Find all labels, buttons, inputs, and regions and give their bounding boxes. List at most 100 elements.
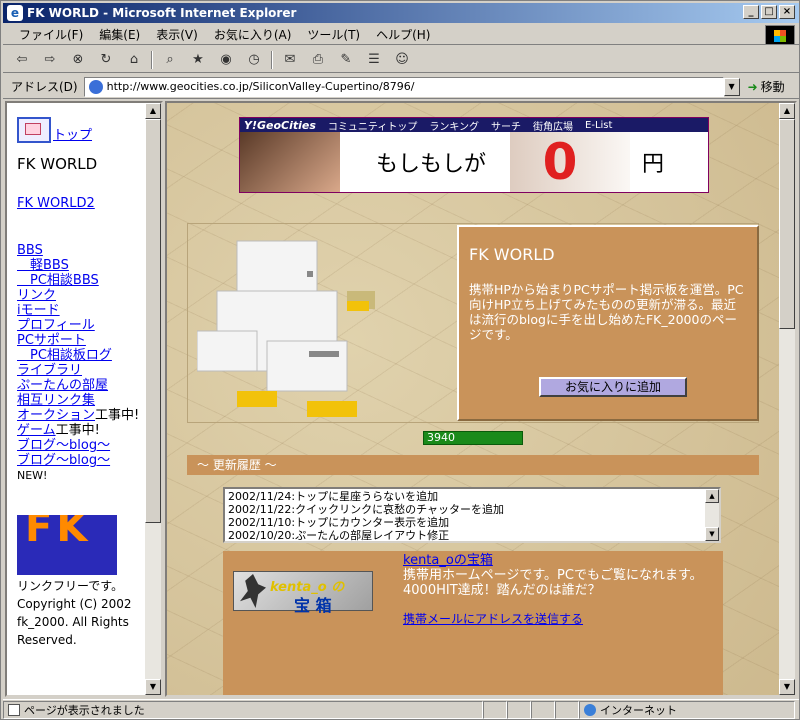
ad-zero: 0	[542, 133, 578, 191]
scroll-thumb[interactable]	[145, 119, 161, 523]
scroll-up-button[interactable]: ▲	[145, 103, 161, 119]
messenger-icon[interactable]: ☺	[391, 50, 413, 70]
link-pc-bbs[interactable]: PC相談BBS	[17, 273, 147, 288]
menu-tools[interactable]: ツール(T)	[299, 26, 368, 43]
ie-icon: e	[7, 5, 23, 21]
history-scroll-down[interactable]: ▼	[705, 527, 719, 541]
history-icon[interactable]: ◷	[243, 50, 265, 70]
kenta-banner-no: の	[331, 580, 345, 595]
history-scrollbar[interactable]: ▲ ▼	[705, 489, 719, 541]
kenta-banner[interactable]: kenta_o の 宝 箱	[233, 571, 373, 615]
back-icon[interactable]: ⇦	[11, 50, 33, 70]
address-bar: アドレス(D) http://www.geocities.co.jp/Silic…	[3, 75, 799, 99]
link-pootan[interactable]: ぷーたんの部屋	[17, 378, 147, 393]
menu-favorites[interactable]: お気に入り(A)	[206, 26, 300, 43]
kenta-section: kenta_o の 宝 箱 kenta_oの宝箱 携帯用ホームページです。PCで…	[223, 551, 723, 695]
close-button[interactable]: ×	[779, 5, 795, 19]
status-cell	[507, 700, 531, 719]
history-item: 2002/11/22:クイックリンクに哀愁のチャッターを追加	[228, 503, 504, 516]
menu-edit[interactable]: 編集(E)	[91, 26, 148, 43]
copyright: リンクフリーです。Copyright (C) 2002 fk_2000. All…	[17, 579, 132, 647]
link-pc-support[interactable]: PCサポート	[17, 333, 147, 348]
main-scrollbar[interactable]: ▲ ▼	[779, 103, 795, 695]
status-zone: インターネット	[579, 700, 795, 719]
menu-view[interactable]: 表示(V)	[148, 26, 206, 43]
address-label: アドレス(D)	[11, 80, 78, 94]
main-scroll-thumb[interactable]	[779, 119, 795, 329]
link-links[interactable]: リンク	[17, 288, 147, 303]
geo-nav-plaza[interactable]: 街角広場	[533, 118, 573, 133]
page-done-icon	[8, 703, 20, 716]
geo-nav-ranking[interactable]: ランキング	[429, 118, 479, 133]
ad-banner[interactable]: もしもしが 0 円	[240, 132, 708, 192]
geocities-brand[interactable]: Y!GeoCities	[244, 119, 316, 132]
fk-logo-text: FK	[25, 515, 92, 551]
computer-icon[interactable]	[17, 117, 51, 143]
page-icon	[88, 79, 103, 94]
mail-icon[interactable]: ✉	[279, 50, 301, 70]
scroll-down-button[interactable]: ▼	[145, 679, 161, 695]
forward-icon[interactable]: ⇨	[39, 50, 61, 70]
address-input[interactable]: http://www.geocities.co.jp/SiliconValley…	[83, 76, 724, 97]
print-icon[interactable]: ⎙	[307, 50, 329, 70]
main-scroll-down[interactable]: ▼	[779, 679, 795, 695]
geo-nav-community[interactable]: コミュニティトップ	[328, 118, 417, 133]
link-blog-2[interactable]: ブログ〜blog〜	[17, 453, 147, 468]
link-pc-log[interactable]: PC相談板ログ	[17, 348, 147, 363]
auction-note: 工事中!	[95, 408, 140, 423]
fkworld2-link[interactable]: FK WORLD2	[17, 196, 147, 211]
status-left: ページが表示されました	[3, 700, 483, 719]
menu-help[interactable]: ヘルプ(H)	[368, 26, 438, 43]
refresh-icon[interactable]: ↻	[95, 50, 117, 70]
status-bar: ページが表示されました インターネット	[3, 699, 799, 719]
geo-nav-elist[interactable]: E-List	[585, 120, 612, 131]
top-link[interactable]: トップ	[53, 128, 92, 143]
main-scroll-up[interactable]: ▲	[779, 103, 795, 119]
windows-logo-icon	[765, 25, 795, 45]
stop-icon[interactable]: ⊗	[67, 50, 89, 70]
link-blog-1[interactable]: ブログ〜blog〜	[17, 438, 147, 453]
history-scroll-up[interactable]: ▲	[705, 489, 719, 503]
send-mail-link[interactable]: 携帯メールにアドレスを送信する	[403, 612, 723, 627]
game-note: 工事中!	[55, 423, 100, 438]
menu-file[interactable]: ファイル(F)	[11, 26, 91, 43]
site-title: FK WORLD	[17, 155, 98, 173]
link-auction[interactable]: オークション	[17, 408, 95, 423]
maximize-button[interactable]: □	[761, 5, 777, 19]
ad-photo	[240, 132, 340, 192]
left-scrollbar[interactable]: ▲ ▼	[145, 103, 161, 695]
history-list[interactable]: 2002/11/24:トップに星座うらないを追加 2002/11/22:クイック…	[223, 487, 721, 543]
status-cell	[555, 700, 579, 719]
link-profile[interactable]: プロフィール	[17, 318, 147, 333]
link-library[interactable]: ライブラリ	[17, 363, 147, 378]
link-game[interactable]: ゲーム	[17, 423, 56, 438]
go-button[interactable]: ➜ 移動	[748, 78, 785, 95]
search-icon[interactable]: ⌕	[159, 50, 181, 70]
edit-icon[interactable]: ✎	[335, 50, 357, 70]
fk-logo[interactable]: FK	[17, 515, 117, 575]
link-mutual[interactable]: 相互リンク集	[17, 393, 147, 408]
duck-mascot-image	[197, 240, 375, 417]
star-figure-icon	[240, 574, 266, 608]
go-label: 移動	[760, 80, 785, 94]
toolbar-separator	[151, 50, 153, 69]
status-cell	[483, 700, 507, 719]
favorites-icon[interactable]: ★	[187, 50, 209, 70]
minimize-button[interactable]: _	[743, 5, 759, 19]
geocities-banner[interactable]: Y!GeoCities コミュニティトップ ランキング サーチ 街角広場 E-L…	[239, 117, 709, 193]
status-cell	[531, 700, 555, 719]
kenta-title-link[interactable]: kenta_oの宝箱	[403, 553, 493, 568]
discuss-icon[interactable]: ☰	[363, 50, 385, 70]
media-icon[interactable]: ◉	[215, 50, 237, 70]
address-dropdown[interactable]: ▼	[723, 77, 740, 96]
new-note: NEW!	[17, 469, 48, 482]
link-imode[interactable]: iモード	[17, 303, 147, 318]
browser-window: e FK WORLD - Microsoft Internet Explorer…	[0, 0, 800, 720]
zone-text: インターネット	[600, 703, 677, 717]
link-light-bbs[interactable]: 軽BBS	[17, 258, 147, 273]
geo-nav-search[interactable]: サーチ	[491, 118, 521, 133]
link-bbs[interactable]: BBS	[17, 243, 147, 258]
home-icon[interactable]: ⌂	[123, 50, 145, 70]
add-favorite-button[interactable]: お気に入りに追加	[539, 377, 687, 397]
main-frame: Y!GeoCities コミュニティトップ ランキング サーチ 街角広場 E-L…	[165, 101, 797, 697]
